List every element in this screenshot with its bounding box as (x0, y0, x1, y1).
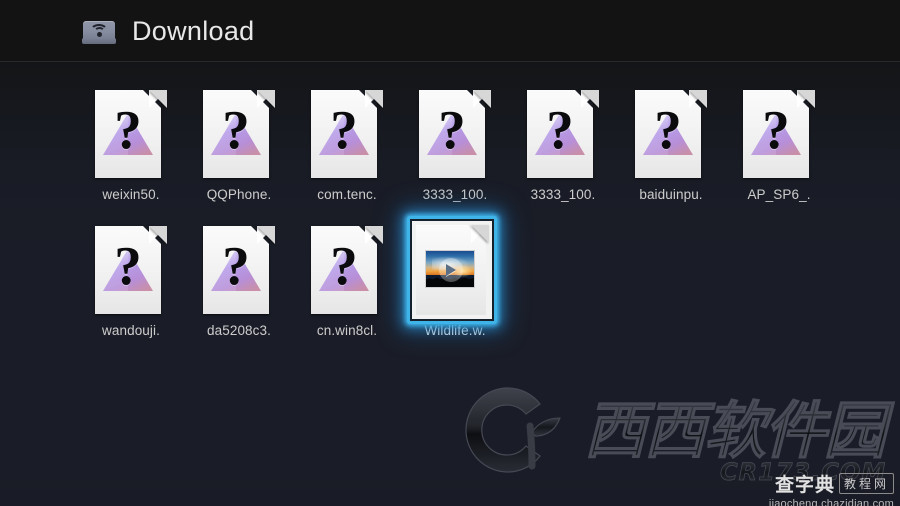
watermark-brand-url: CR173.COM (720, 458, 886, 486)
file-label: Wildlife.w. (424, 323, 486, 338)
unknown-type-glyph: ? (438, 99, 466, 160)
file-grid: ? weixin50. ? QQPhone. ? com.tenc. ? 333… (77, 84, 867, 356)
file-thumbnail: ? (743, 90, 815, 178)
file-thumbnail: ? (311, 90, 383, 178)
play-icon (446, 264, 456, 276)
file-item-com-tenc[interactable]: ? com.tenc. (293, 84, 401, 202)
file-label: 3333_100. (530, 187, 596, 202)
file-label: com.tenc. (317, 187, 377, 202)
file-thumbnail: ? (95, 226, 167, 314)
unknown-type-glyph: ? (546, 99, 574, 160)
unknown-type-glyph: ? (114, 99, 142, 160)
site-watermark: 西西软件园 CR173.COM (465, 387, 898, 486)
page-fold-icon (471, 225, 489, 243)
file-item-qqphone[interactable]: ? QQPhone. (185, 84, 293, 202)
file-thumbnail: ? (419, 90, 491, 178)
secondary-watermark-url: jiaocheng.chazidian.com (768, 498, 894, 506)
file-item-wildlife[interactable]: Wildlife.w. (401, 216, 509, 338)
file-label: QQPhone. (206, 187, 272, 202)
file-item-cn-win8cl[interactable]: ? cn.win8cl. (293, 220, 401, 338)
file-label: weixin50. (102, 187, 160, 202)
file-label: baiduinpu. (639, 187, 703, 202)
file-label: AP_SP6_. (747, 187, 811, 202)
file-thumbnail: ? (203, 90, 275, 178)
app-header: Download (0, 0, 900, 62)
file-item-wandouji[interactable]: ? wandouji. (77, 220, 185, 338)
file-grid-row: ? weixin50. ? QQPhone. ? com.tenc. ? 333… (77, 84, 867, 202)
file-thumbnail: ? (527, 90, 599, 178)
unknown-type-glyph: ? (654, 99, 682, 160)
file-thumbnail (407, 216, 497, 324)
file-grid-row: ? wandouji. ? da5208c3. ? cn.win8cl. Wil… (77, 216, 867, 338)
file-item-3333-100-b[interactable]: ? 3333_100. (509, 84, 617, 202)
file-thumbnail: ? (311, 226, 383, 314)
file-label: 3333_100. (422, 187, 488, 202)
unknown-type-glyph: ? (222, 235, 250, 296)
file-item-3333-100-a[interactable]: ? 3333_100. (401, 84, 509, 202)
unknown-type-glyph: ? (114, 235, 142, 296)
secondary-watermark: 查字典 教程网 jiaocheng.chazidian.com (724, 470, 894, 506)
file-label: cn.win8cl. (316, 323, 378, 338)
page-title: Download (132, 15, 255, 46)
file-manager-screen: Download ? weixin50. ? QQPhone. ? com.te… (0, 0, 900, 506)
file-label: wandouji. (102, 323, 160, 338)
file-label: da5208c3. (207, 323, 271, 338)
unknown-type-glyph: ? (762, 99, 790, 160)
secondary-watermark-cn: 查字典 (774, 474, 835, 496)
cr-leaf-logo-icon (465, 387, 561, 473)
video-file-icon (425, 250, 475, 288)
secondary-watermark-tag: 教程网 (838, 473, 894, 494)
file-item-weixin50[interactable]: ? weixin50. (77, 84, 185, 202)
file-item-ap-sp6[interactable]: ? AP_SP6_. (725, 84, 833, 202)
unknown-type-glyph: ? (222, 99, 250, 160)
file-thumbnail: ? (635, 90, 707, 178)
network-drive-icon (82, 17, 116, 47)
file-item-da5208c3[interactable]: ? da5208c3. (185, 220, 293, 338)
file-thumbnail: ? (95, 90, 167, 178)
file-thumbnail: ? (203, 226, 275, 314)
watermark-brand-cn: 西西软件园 (584, 394, 895, 467)
unknown-type-glyph: ? (330, 99, 358, 160)
file-item-baiduinpu[interactable]: ? baiduinpu. (617, 84, 725, 202)
unknown-type-glyph: ? (330, 235, 358, 296)
